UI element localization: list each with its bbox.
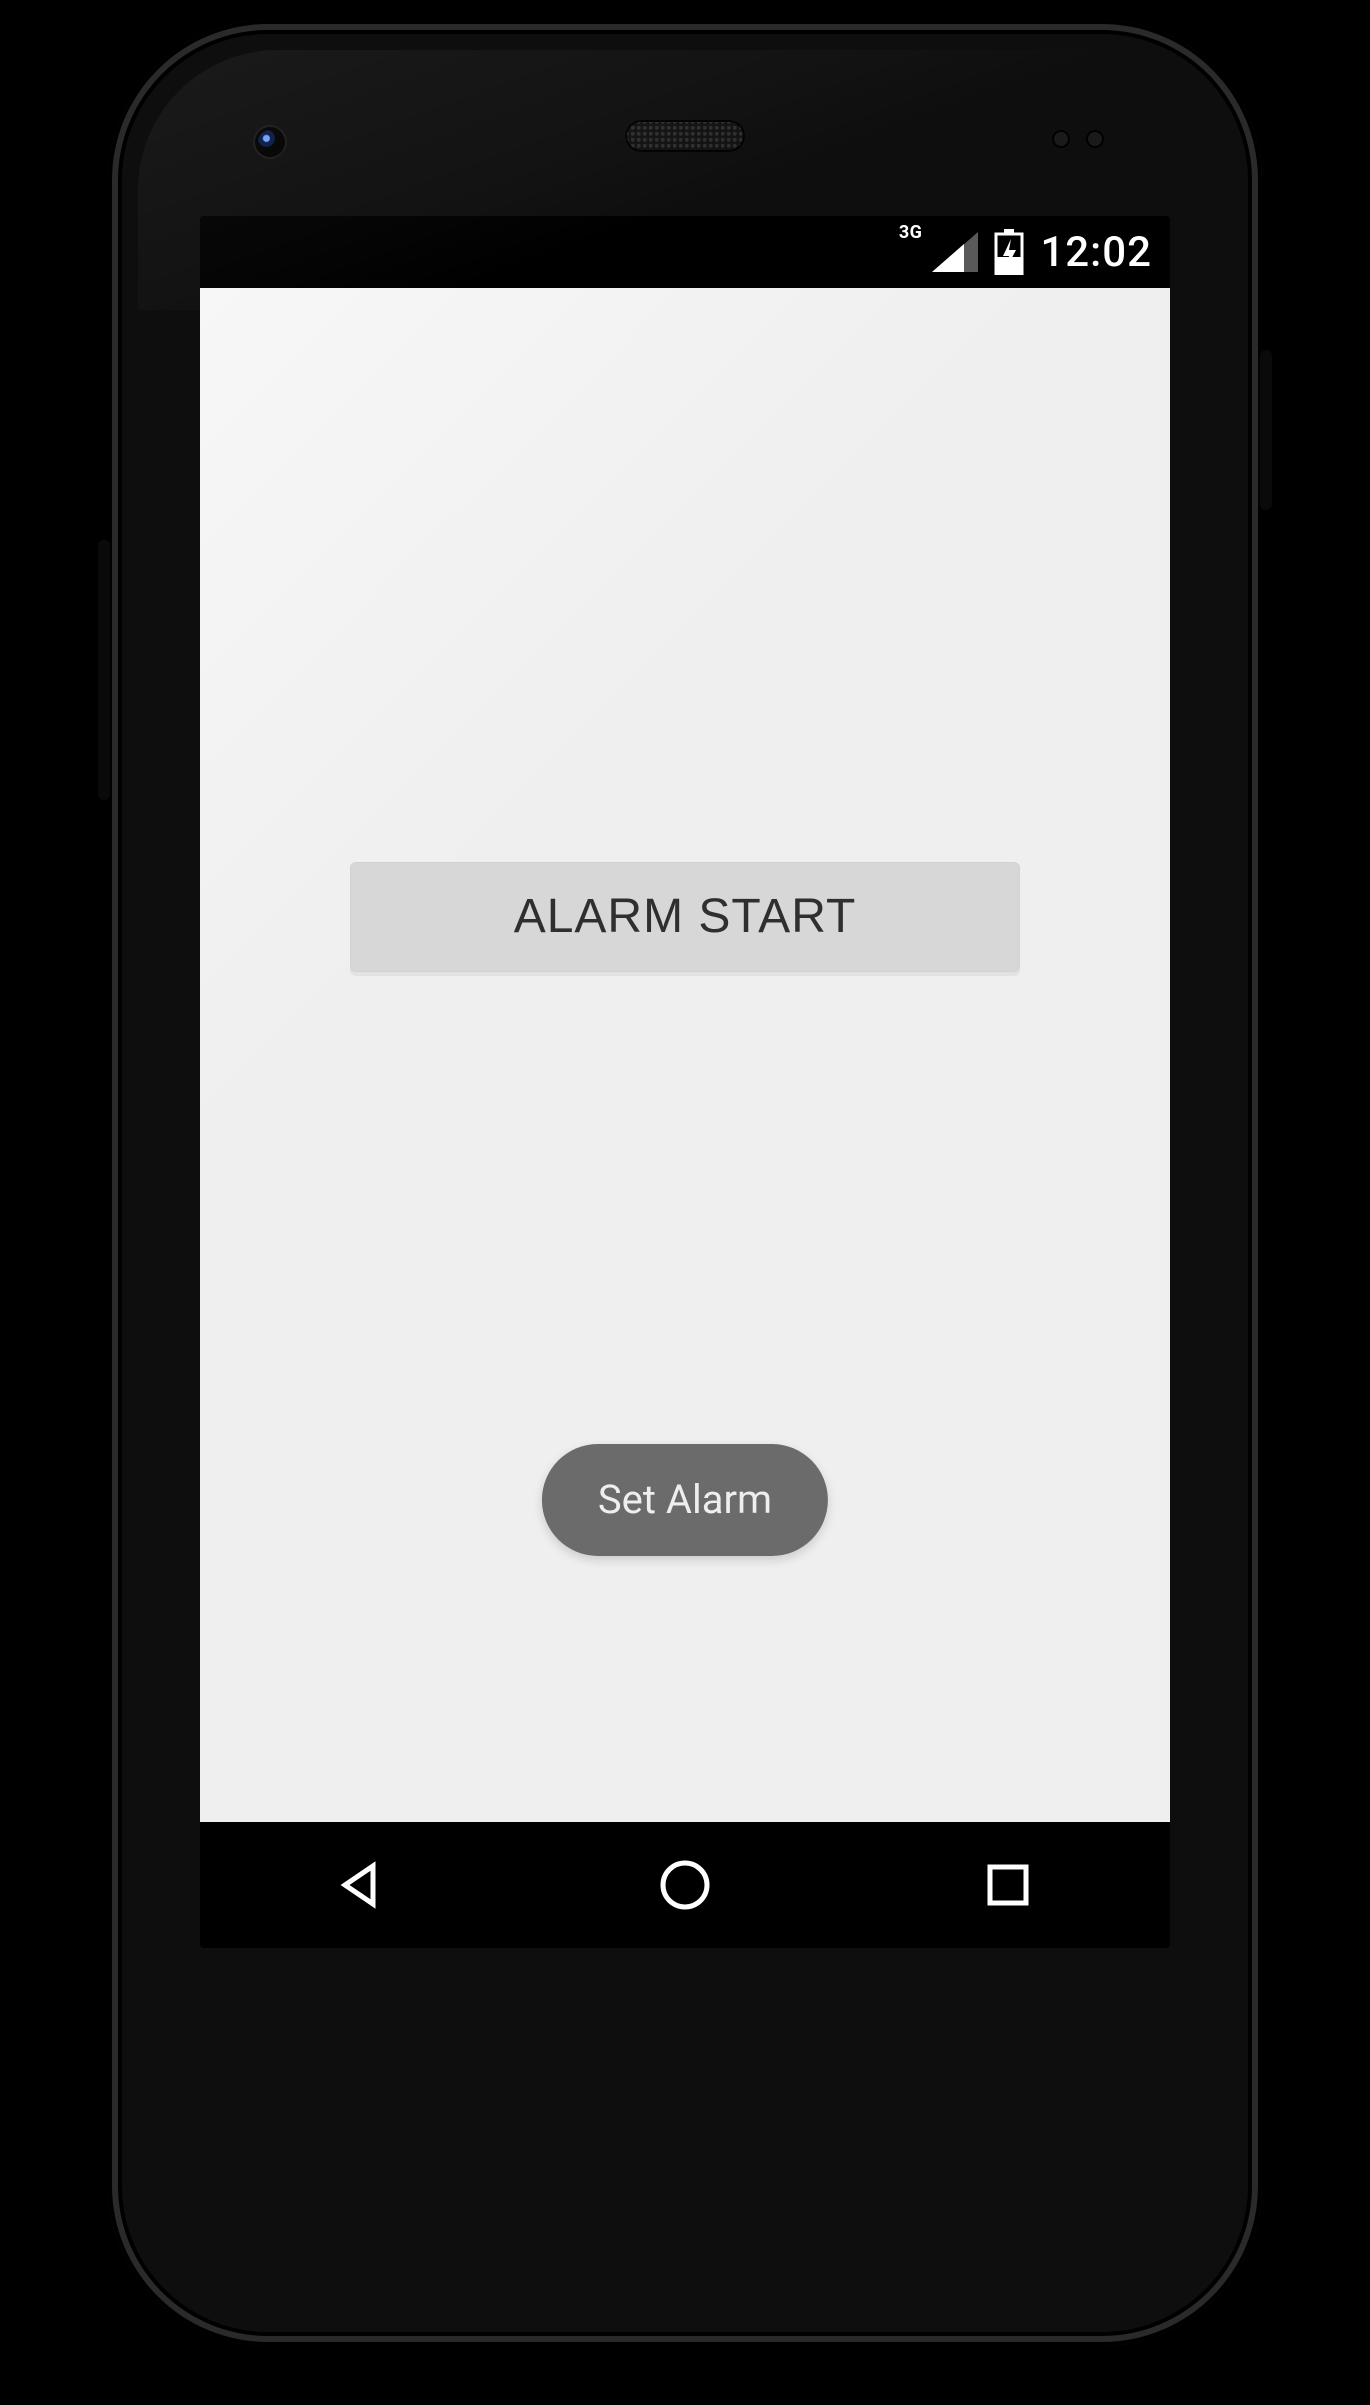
phone-frame: 3G 12:02 ALARM START Set Alarm [108, 20, 1262, 2346]
earpiece [625, 120, 745, 152]
set-alarm-toast: Set Alarm [542, 1444, 828, 1556]
alarm-start-button[interactable]: ALARM START [350, 862, 1020, 972]
power-button[interactable] [1260, 350, 1272, 510]
app-content: ALARM START Set Alarm [200, 288, 1170, 1822]
back-icon [335, 1858, 389, 1912]
battery-charging-icon [994, 229, 1024, 275]
front-camera [258, 130, 282, 154]
status-bar: 3G 12:02 [200, 216, 1170, 288]
status-clock: 12:02 [1040, 228, 1152, 277]
navigation-bar [200, 1822, 1170, 1948]
nav-recent-button[interactable] [972, 1849, 1044, 1921]
nav-back-button[interactable] [326, 1849, 398, 1921]
home-icon [657, 1857, 713, 1913]
recent-apps-icon [983, 1860, 1033, 1910]
screen: 3G 12:02 ALARM START Set Alarm [200, 216, 1170, 1948]
signal-icon [932, 232, 978, 272]
proximity-sensors [1052, 130, 1112, 152]
nav-home-button[interactable] [649, 1849, 721, 1921]
volume-rocker[interactable] [98, 540, 110, 800]
network-type-badge: 3G [899, 222, 923, 243]
